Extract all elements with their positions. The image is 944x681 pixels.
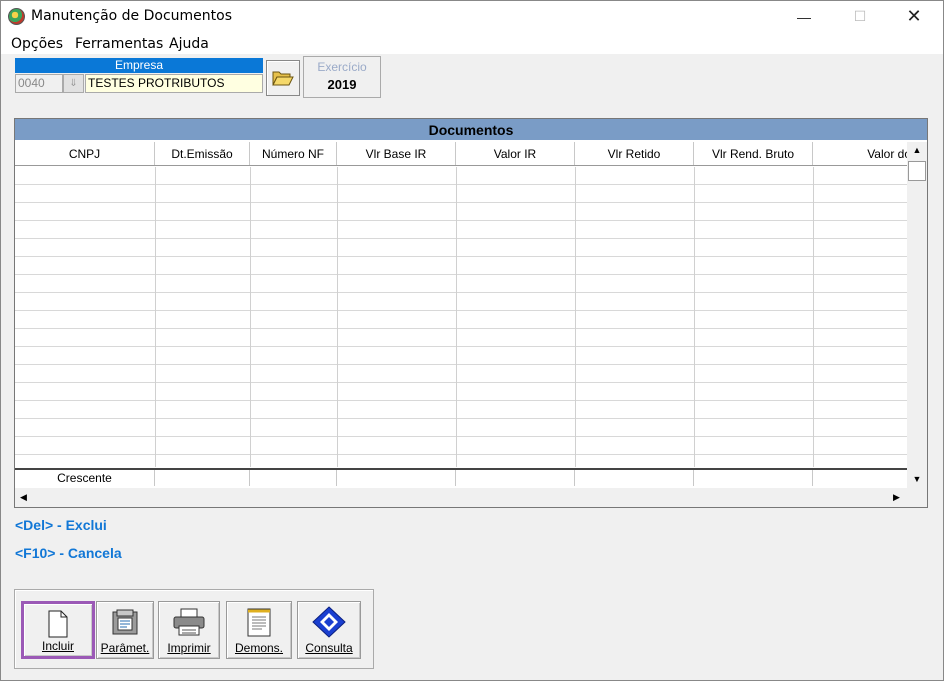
empresa-panel: Empresa 0040 ⇓ TESTES PROTRIBUTOS <box>15 58 263 96</box>
menu-opcoes[interactable]: Opções <box>11 36 63 52</box>
table-row[interactable] <box>15 221 907 239</box>
incluir-button[interactable]: Incluir <box>21 601 95 659</box>
menu-ferramentas[interactable]: Ferramentas <box>75 36 163 52</box>
footer-cell <box>694 470 813 486</box>
exercicio-panel: Exercício 2019 <box>303 56 381 98</box>
empresa-lookup-button[interactable]: ⇓ <box>63 74 84 93</box>
imprimir-button[interactable]: Imprimir <box>158 601 220 659</box>
col-header-valor-do[interactable]: Valor do <box>813 142 907 165</box>
table-row[interactable] <box>15 185 907 203</box>
footer-cell <box>155 470 250 486</box>
col-header-valor-ir[interactable]: Valor IR <box>456 142 575 165</box>
col-header-cnpj[interactable]: CNPJ <box>15 142 155 165</box>
open-folder-button[interactable] <box>266 60 300 96</box>
grid-column-divider <box>250 167 251 467</box>
paramet-label: Parâmet. <box>100 641 150 655</box>
footer-cell <box>456 470 575 486</box>
scroll-thumb[interactable] <box>908 161 926 181</box>
folder-open-icon <box>272 71 294 86</box>
table-row[interactable] <box>15 239 907 257</box>
table-row[interactable] <box>15 383 907 401</box>
table-row[interactable] <box>15 203 907 221</box>
maximize-button[interactable]: ☐ <box>837 1 883 32</box>
footer-cell <box>250 470 337 486</box>
table-row[interactable] <box>15 419 907 437</box>
parameters-icon <box>108 606 142 638</box>
grid-column-divider <box>337 167 338 467</box>
grid-title: Documentos <box>15 119 927 141</box>
table-row[interactable] <box>15 275 907 293</box>
action-toolbar: Incluir Parâmet. Imprimir Demons. Consul… <box>14 589 374 669</box>
footer-cell <box>575 470 694 486</box>
table-row[interactable] <box>15 311 907 329</box>
grid-footer: Crescente <box>15 468 907 486</box>
documents-grid[interactable]: Documentos CNPJ Dt.Emissão Número NF Vlr… <box>14 118 928 508</box>
table-row[interactable] <box>15 437 907 455</box>
empresa-header: Empresa <box>15 58 263 73</box>
hint-delete: <Del> - Exclui <box>15 517 107 533</box>
sort-order-label: Crescente <box>15 470 155 486</box>
window-title: Manutenção de Documentos <box>31 8 233 24</box>
col-header-vlr-base-ir[interactable]: Vlr Base IR <box>337 142 456 165</box>
exercicio-value: 2019 <box>327 77 357 92</box>
title-bar: Manutenção de Documentos — ☐ ✕ <box>1 1 943 32</box>
table-row[interactable] <box>15 401 907 419</box>
footer-cell <box>337 470 456 486</box>
grid-body[interactable] <box>15 167 907 467</box>
down-arrow-icon: ⇓ <box>69 78 78 89</box>
table-row[interactable] <box>15 329 907 347</box>
consulta-button[interactable]: Consulta <box>297 601 361 659</box>
app-icon <box>8 8 25 25</box>
paramet-button[interactable]: Parâmet. <box>96 601 154 659</box>
scroll-right-arrow-icon[interactable]: ▶ <box>888 488 905 507</box>
consulta-icon <box>312 606 346 638</box>
new-document-icon <box>41 608 75 640</box>
table-row[interactable] <box>15 293 907 311</box>
consulta-label: Consulta <box>305 641 353 655</box>
horizontal-scrollbar[interactable]: ◀ ▶ <box>15 488 907 507</box>
table-row[interactable] <box>15 455 907 467</box>
vertical-scrollbar[interactable]: ▲ ▼ <box>907 142 927 488</box>
col-header-vlr-rend-bruto[interactable]: Vlr Rend. Bruto <box>694 142 813 165</box>
demons-label: Demons. <box>234 641 284 655</box>
col-header-vlr-retido[interactable]: Vlr Retido <box>575 142 694 165</box>
scroll-down-arrow-icon[interactable]: ▼ <box>907 471 927 488</box>
printer-icon <box>172 606 206 638</box>
grid-header: CNPJ Dt.Emissão Número NF Vlr Base IR Va… <box>15 142 907 166</box>
scroll-left-arrow-icon[interactable]: ◀ <box>15 488 32 507</box>
imprimir-label: Imprimir <box>167 641 211 655</box>
empresa-name-field[interactable]: TESTES PROTRIBUTOS <box>85 74 263 93</box>
grid-column-divider <box>456 167 457 467</box>
empresa-code-field[interactable]: 0040 <box>15 74 63 93</box>
report-icon <box>242 606 276 638</box>
scrollbar-corner <box>907 488 927 507</box>
grid-column-divider <box>575 167 576 467</box>
col-header-dt-emissao[interactable]: Dt.Emissão <box>155 142 250 165</box>
table-row[interactable] <box>15 347 907 365</box>
grid-column-divider <box>694 167 695 467</box>
menu-bar: Opções Ferramentas Ajuda <box>1 32 943 54</box>
exercicio-label: Exercício <box>317 60 367 74</box>
minimize-button[interactable]: — <box>781 1 827 32</box>
demons-button[interactable]: Demons. <box>226 601 292 659</box>
table-row[interactable] <box>15 167 907 185</box>
col-header-numero-nf[interactable]: Número NF <box>250 142 337 165</box>
menu-ajuda[interactable]: Ajuda <box>169 36 209 52</box>
grid-column-divider <box>155 167 156 467</box>
scroll-up-arrow-icon[interactable]: ▲ <box>907 142 927 159</box>
table-row[interactable] <box>15 257 907 275</box>
table-row[interactable] <box>15 365 907 383</box>
hint-cancel: <F10> - Cancela <box>15 545 122 561</box>
grid-column-divider <box>813 167 814 467</box>
main-window: Manutenção de Documentos — ☐ ✕ Opções Fe… <box>0 0 944 681</box>
incluir-label: Incluir <box>41 639 74 653</box>
close-button[interactable]: ✕ <box>891 1 937 32</box>
